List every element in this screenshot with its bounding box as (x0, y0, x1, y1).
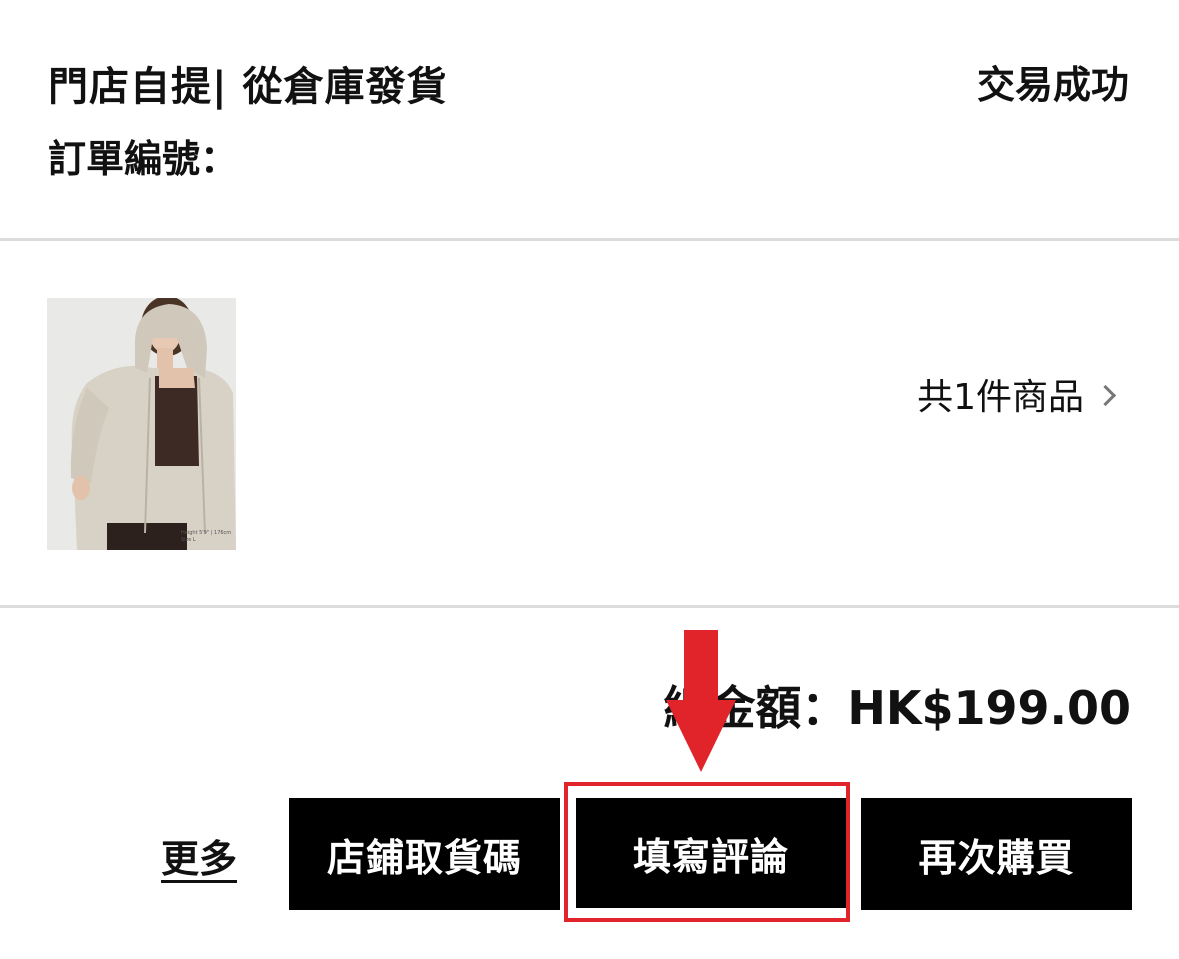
divider (0, 238, 1179, 241)
divider (0, 605, 1179, 608)
image-caption-line: Height 5'9" | 176cm (181, 530, 232, 536)
image-caption-line: Size L (181, 537, 196, 543)
jacket-model-photo (47, 298, 236, 550)
product-thumbnail[interactable]: Height 5'9" | 176cm Size L (47, 298, 236, 550)
more-link[interactable]: 更多 (161, 828, 237, 883)
order-card: 門店自提| 從倉庫發貨 交易成功 訂單編號： Height 5'9" | 176… (0, 0, 1179, 959)
order-type-label: 門店自提| 從倉庫發貨 (48, 64, 448, 110)
pickup-code-button[interactable]: 店鋪取貨碼 (289, 798, 560, 910)
chevron-right-icon (1094, 384, 1117, 406)
item-count-label: 共1件商品 (917, 377, 1084, 418)
image-caption: Height 5'9" | 176cm Size L (181, 530, 231, 544)
buy-again-button[interactable]: 再次購買 (861, 798, 1132, 910)
write-review-button[interactable]: 填寫評論 (576, 798, 846, 908)
item-count-link[interactable]: 共1件商品 (917, 368, 1117, 420)
order-number-label: 訂單編號： (48, 137, 239, 181)
order-status: 交易成功 (976, 63, 1129, 107)
order-total: 總金額：HK$199.00 (663, 681, 1131, 735)
